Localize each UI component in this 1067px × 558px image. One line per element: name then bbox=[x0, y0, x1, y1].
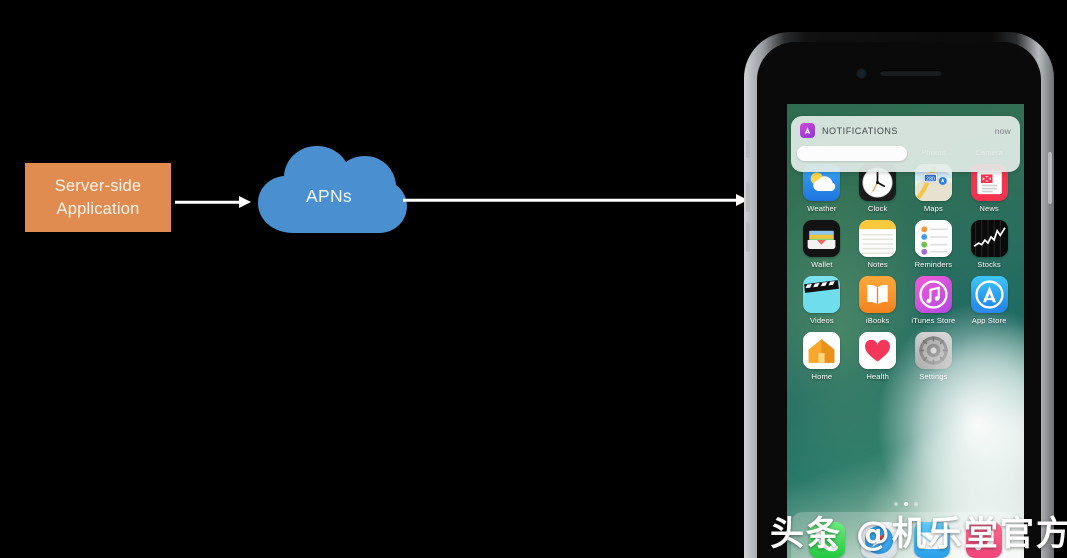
mute-switch[interactable] bbox=[746, 140, 750, 158]
server-box-line1: Server-side bbox=[54, 176, 142, 195]
app-stocks-icon[interactable]: Stocks bbox=[961, 220, 1017, 269]
home-icon[interactable] bbox=[803, 332, 841, 369]
app-label: App Store bbox=[971, 316, 1007, 325]
svg-text:280: 280 bbox=[926, 176, 935, 182]
front-camera-icon bbox=[856, 68, 866, 78]
notification-banner[interactable]: NOTIFICATIONS now bbox=[791, 116, 1020, 172]
server-box-line2: Application bbox=[56, 199, 140, 218]
wallet-icon[interactable] bbox=[803, 220, 841, 257]
volume-down-button[interactable] bbox=[746, 222, 750, 252]
videos-icon[interactable] bbox=[803, 276, 841, 313]
app-settings-icon[interactable]: Settings bbox=[906, 332, 962, 381]
arrow-line bbox=[403, 198, 739, 202]
app-label: Videos bbox=[810, 316, 834, 325]
arrow-apns-to-device bbox=[403, 193, 748, 207]
watermark-text: 头条 @机乐堂官方账号 bbox=[770, 514, 1067, 554]
phone-screen: MessagesWED8CalendarPhotosCameraWeatherC… bbox=[787, 104, 1024, 558]
health-icon[interactable] bbox=[859, 332, 897, 369]
notification-redaction-overlay bbox=[797, 146, 907, 161]
apns-cloud-label: APNs bbox=[306, 185, 352, 206]
app-label: iBooks bbox=[865, 316, 890, 325]
ibooks-icon[interactable] bbox=[859, 276, 897, 313]
app-reminders-icon[interactable]: Reminders bbox=[906, 220, 962, 269]
notes-icon[interactable] bbox=[859, 220, 897, 257]
notification-title: NOTIFICATIONS bbox=[822, 125, 898, 136]
reminders-icon[interactable] bbox=[914, 220, 952, 257]
earpiece-speaker-icon bbox=[879, 70, 942, 76]
volume-up-button[interactable] bbox=[746, 182, 750, 212]
app-home-icon[interactable]: Home bbox=[794, 332, 850, 381]
app-videos-icon[interactable]: Videos bbox=[794, 276, 850, 325]
settings-icon[interactable] bbox=[914, 332, 952, 369]
stocks-icon[interactable] bbox=[970, 220, 1008, 257]
app-wallet-icon[interactable]: Wallet bbox=[794, 220, 850, 269]
app-label: Notes bbox=[867, 260, 888, 269]
app-ibooks-icon[interactable]: iBooks bbox=[850, 276, 906, 325]
arrow-line bbox=[175, 200, 241, 204]
app-label: Health bbox=[866, 372, 889, 381]
app-label: News bbox=[979, 204, 999, 213]
app-label: Reminders bbox=[914, 260, 953, 269]
app-label: iTunes Store bbox=[911, 316, 956, 325]
iphone-device: MessagesWED8CalendarPhotosCameraWeatherC… bbox=[744, 32, 1054, 558]
arrow-server-to-apns bbox=[175, 196, 253, 208]
app-app-store-icon[interactable]: App Store bbox=[961, 276, 1017, 325]
app-label: Weather bbox=[807, 204, 837, 213]
app-label: Wallet bbox=[811, 260, 833, 269]
appstore-glyph-icon bbox=[804, 127, 811, 134]
app-label: Clock bbox=[867, 204, 888, 213]
itunes-store-icon[interactable] bbox=[914, 276, 952, 313]
notification-time: now bbox=[994, 125, 1011, 136]
app-store-icon[interactable] bbox=[970, 276, 1008, 313]
notification-header: NOTIFICATIONS now bbox=[800, 123, 1011, 138]
diagram-canvas: Server-side Application APNs Me bbox=[0, 0, 1067, 558]
phone-bezel: MessagesWED8CalendarPhotosCameraWeatherC… bbox=[757, 42, 1041, 558]
power-button[interactable] bbox=[1048, 152, 1052, 204]
app-notes-icon[interactable]: Notes bbox=[850, 220, 906, 269]
server-side-application-box: Server-side Application bbox=[25, 163, 171, 232]
app-label: Home bbox=[811, 372, 833, 381]
app-label: Maps bbox=[923, 204, 943, 213]
app-label: Stocks bbox=[977, 260, 1001, 269]
app-label: Settings bbox=[919, 372, 948, 381]
app-store-notification-icon bbox=[800, 123, 815, 138]
app-itunes-store-icon[interactable]: iTunes Store bbox=[906, 276, 962, 325]
phone-sensor-row bbox=[765, 42, 1033, 104]
apns-cloud: APNs bbox=[250, 133, 408, 243]
app-health-icon[interactable]: Health bbox=[850, 332, 906, 381]
